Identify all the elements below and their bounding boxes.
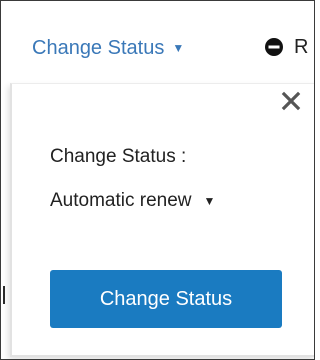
change-status-trigger-label: Change Status <box>32 36 165 59</box>
status-select-value: Automatic renew <box>50 190 192 211</box>
status-field-label: Change Status : <box>50 146 187 167</box>
remove-label: R <box>294 36 309 58</box>
close-x-icon <box>281 91 301 111</box>
chevron-down-icon: ▼ <box>203 194 216 208</box>
minus-circle-icon <box>265 38 283 56</box>
toolbar: Change Status ▼ R <box>1 1 314 83</box>
remove-action[interactable]: R <box>264 35 308 59</box>
change-status-popover: Change Status : Automatic renew ▼ Change… <box>10 83 314 357</box>
change-status-submit-button[interactable]: Change Status <box>50 270 282 328</box>
change-status-dropdown-trigger[interactable]: Change Status ▼ <box>32 35 184 60</box>
close-button[interactable] <box>274 86 308 116</box>
screenshot-frame: Change Status ▼ R Change Status : Automa… <box>0 0 315 360</box>
caret-down-icon: ▼ <box>172 41 185 55</box>
status-select[interactable]: Automatic renew ▼ <box>50 189 215 213</box>
background-edge-glimpse <box>3 286 5 304</box>
